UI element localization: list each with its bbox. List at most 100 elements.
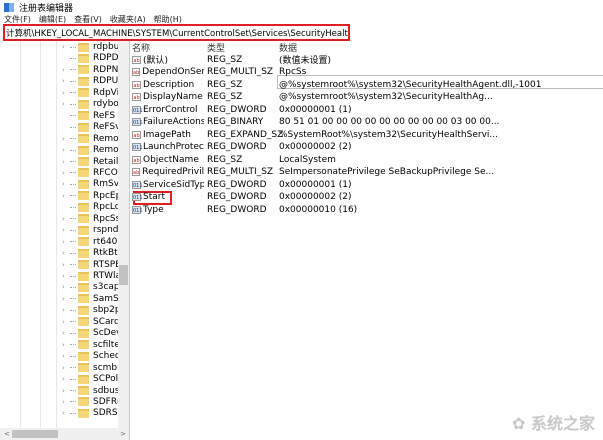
tree-connector [70,138,76,140]
value-name: DependOnSer... [142,67,204,77]
column-name[interactable]: 名称 [132,41,204,54]
folder-icon [78,191,89,201]
expand-arrow-icon[interactable]: › [62,192,70,200]
tree-item[interactable]: RDPDR [62,52,125,64]
expand-arrow-icon[interactable]: › [62,409,70,417]
value-row[interactable]: ab ImagePath REG_EXPAND_SZ %SystemRoot%\sys… [132,129,498,141]
expand-arrow-icon[interactable]: › [62,261,70,269]
folder-icon [78,260,89,270]
tree-item[interactable]: › RDPNP [62,64,124,76]
column-type[interactable]: 类型 [207,41,225,54]
value-row[interactable]: 011ServiceSidTypeREG_DWORD 0x00000001 (1) [132,179,351,191]
expand-arrow-icon[interactable]: › [62,77,70,85]
tree-item[interactable]: › rspndr [62,224,122,236]
value-row[interactable]: ab Description REG_SZ @%systemroot%\system3… [132,79,541,91]
value-row[interactable]: 011 Type REG_DWORD 0x00000010 (16) [132,204,357,216]
value-name: Start [143,192,165,202]
expand-arrow-icon[interactable]: › [62,329,70,337]
expand-arrow-icon[interactable]: › [62,66,70,74]
expand-arrow-icon[interactable]: › [62,306,70,314]
value-row[interactable]: 011LaunchProtectedREG_DWORD 0x00000002 (2… [132,141,351,153]
expand-arrow-icon[interactable]: › [62,295,70,303]
expand-arrow-icon[interactable]: › [62,146,70,154]
expand-arrow-icon[interactable]: › [62,249,70,257]
expand-arrow-icon[interactable]: › [62,226,70,234]
expand-arrow-icon[interactable]: › [62,158,70,166]
expand-arrow-icon[interactable]: › [62,180,70,188]
value-name: (默认) [143,56,169,66]
expand-arrow-icon[interactable]: › [62,375,70,383]
expand-arrow-icon[interactable]: › [62,341,70,349]
tree-item[interactable]: › scfilter [62,339,124,351]
value-name: RequiredPrivile... [142,167,204,177]
folder-icon [78,351,89,361]
expand-arrow-icon[interactable]: › [62,318,70,326]
value-row[interactable]: ab DisplayName REG_SZ @%systemroot%\system3… [132,91,493,103]
expand-arrow-icon[interactable]: › [62,43,70,51]
tree-connector [70,412,76,414]
value-row[interactable]: 011 FailureActions REG_BINARY 80 51 01 00 0… [132,116,499,128]
scroll-left-icon[interactable]: < [4,430,10,438]
value-row[interactable]: abDependOnSer...REG_MULTI_SZ RpcSs [132,66,306,78]
value-name: ServiceSidType [143,179,204,190]
scroll-thumb[interactable] [12,430,58,438]
folder-icon [78,53,89,63]
tree-connector [70,378,76,380]
folder-icon [78,111,89,121]
tree-item[interactable]: › SamSs [62,293,123,305]
tree-connector [70,229,76,231]
tree-item[interactable]: ReFSv1 [62,121,126,133]
folder-icon [78,225,89,235]
value-type: REG_DWORD [207,142,267,152]
expand-arrow-icon[interactable]: › [62,135,70,143]
column-data[interactable]: 数据 [279,41,297,54]
tree-item[interactable]: › s3cap [62,281,120,293]
value-row[interactable]: ab ObjectName REG_SZ LocalSystem [132,154,336,166]
tree-vertical-scrollbar[interactable] [118,41,129,428]
value-data: 80 51 01 00 00 00 00 00 00 00 00 00 03 0… [279,117,500,127]
string-value-icon: ab [132,68,141,76]
tree-connector [70,298,76,300]
value-row[interactable]: abRequiredPrivile...REG_MULTI_SZ SeImpers… [132,166,494,178]
expand-arrow-icon[interactable]: › [62,100,70,108]
expand-arrow-icon[interactable]: › [62,398,70,406]
tree-connector [70,218,76,220]
expand-arrow-icon[interactable]: › [62,238,70,246]
expand-arrow-icon[interactable]: › [62,352,70,360]
tree-item-label: sdbus [93,385,120,396]
value-type: REG_DWORD [207,104,267,115]
folder-icon [78,99,89,109]
scroll-right-icon[interactable]: > [120,430,126,438]
expand-arrow-icon[interactable]: › [62,272,70,280]
tree-item-label: ReFS [93,110,116,121]
folder-icon [78,202,89,212]
folder-icon [78,134,89,144]
tree-item[interactable]: › SDFRd [62,396,123,408]
value-type: REG_DWORD [207,204,267,215]
tree-item[interactable]: › sdbus [62,385,120,397]
tree-item[interactable]: ReFS [62,110,115,122]
tree-item[interactable]: › RpcSs [62,213,120,225]
tree-horizontal-scrollbar[interactable]: < > [0,428,129,440]
value-name: ImagePath [143,129,191,140]
scroll-thumb[interactable] [119,265,128,285]
tree-connector [70,195,76,197]
tree-connector [70,355,76,357]
expand-arrow-icon[interactable]: › [62,169,70,177]
tree-connector [70,332,76,334]
expand-arrow-icon[interactable]: › [62,283,70,291]
value-row[interactable]: ab (默认) REG_SZ (数值未设置) [132,54,331,66]
tree-connector [70,172,76,174]
string-value-icon: ab [132,93,141,101]
value-row[interactable]: 011 ErrorControl REG_DWORD 0x00000001 (1) [132,104,351,116]
tree-item[interactable]: › rdpbus [62,41,124,53]
address-bar[interactable]: 计算机\HKEY_LOCAL_MACHINE\SYSTEM\CurrentCon… [3,24,350,41]
expand-arrow-icon[interactable]: › [62,89,70,97]
tree-item[interactable]: › RmSvc [62,178,124,190]
expand-arrow-icon[interactable]: › [62,364,70,372]
expand-arrow-icon[interactable]: › [62,387,70,395]
folder-icon [78,340,89,350]
folder-icon [78,328,89,338]
expand-arrow-icon[interactable]: › [62,215,70,223]
value-row[interactable]: 011 Start REG_DWORD 0x00000002 (2) [132,191,351,203]
